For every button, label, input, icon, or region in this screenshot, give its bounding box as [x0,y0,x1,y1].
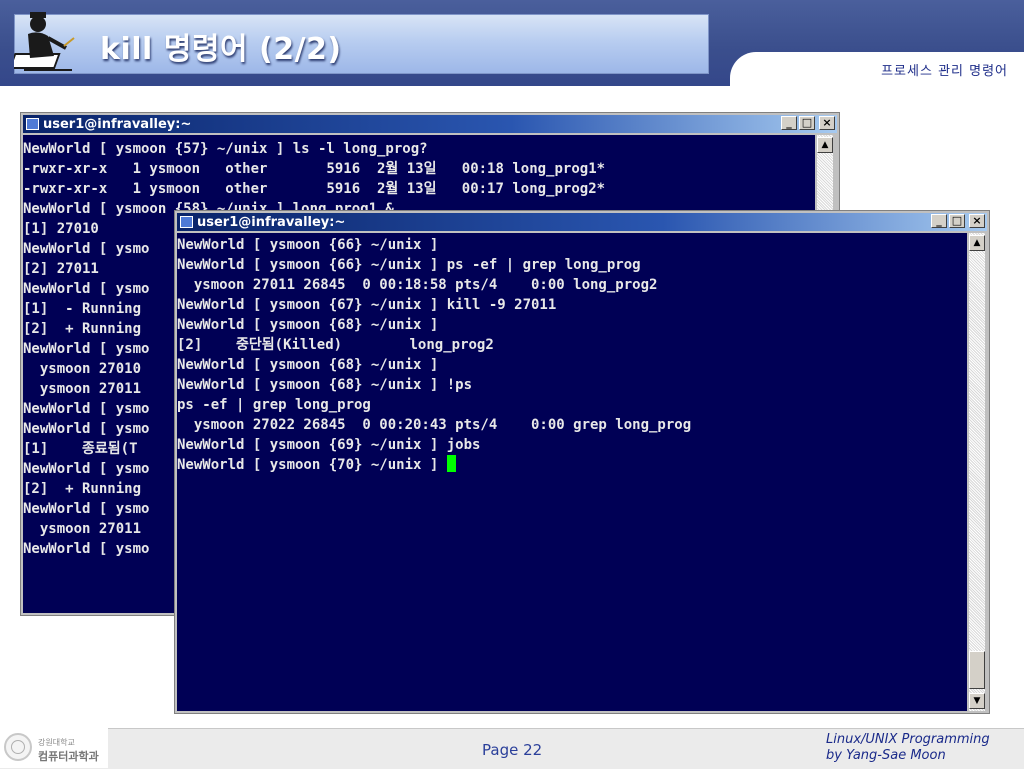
terminal-line: NewWorld [ ysmo [23,281,150,297]
terminal-line: NewWorld [ ysmoon {69} ~/unix ] jobs [177,437,481,453]
seal-inner-ring [11,740,25,754]
terminal-line: NewWorld [ ysmo [23,501,150,517]
writer-at-desk-icon [14,8,86,76]
title-bar[interactable]: user1@infravalley:~ [23,115,837,133]
terminal-line: NewWorld [ ysmo [23,461,150,477]
scroll-up-icon[interactable]: ▲ [969,235,985,251]
terminal-line: -rwxr-xr-x 1 ysmoon other 5916 2월 13일 00… [23,161,606,177]
terminal-window-icon [180,216,193,228]
page-title: kill 명령어 (2/2) [100,32,342,67]
terminal-line: ysmoon 27010 [23,361,142,377]
terminal-line: NewWorld [ ysmoon {57} ~/unix ] ls -l lo… [23,141,428,157]
terminal-line: NewWorld [ ysmo [23,401,150,417]
terminal-line: NewWorld [ ysmoon {68} ~/unix ] !ps [177,377,473,393]
terminal-line: [1] 27010 [23,221,99,237]
terminal-line: ysmoon 27022 26845 0 00:20:43 pts/4 0:00… [177,417,692,433]
org-name: 강원대학교 [38,738,75,747]
terminal-line: [2] + Running [23,481,142,497]
terminal-line: [2] 중단됨(Killed) long_prog2 [177,337,494,353]
scroll-up-icon[interactable]: ▲ [817,137,833,153]
terminal-line: NewWorld [ ysmo [23,241,150,257]
terminal-line: -rwxr-xr-x 1 ysmoon other 5916 2월 13일 00… [23,181,606,197]
terminal-line: ysmoon 27011 26845 0 00:18:58 pts/4 0:00… [177,277,658,293]
maximize-icon[interactable]: □ [799,116,815,130]
terminal-window-front[interactable]: user1@infravalley:~ _ □ × NewWorld [ ysm… [174,210,990,714]
terminal-line: [2] + Running [23,321,142,337]
terminal-line: NewWorld [ ysmo [23,341,150,357]
terminal-window-icon [26,118,39,130]
author-name: by Yang-Sae Moon [826,748,946,763]
minimize-icon[interactable]: _ [931,214,947,228]
window-title: user1@infravalley:~ [197,214,346,230]
vertical-scrollbar[interactable]: ▲ ▼ [969,233,985,711]
terminal-line: ysmoon 27011 [23,521,142,537]
text-cursor [446,455,456,472]
course-name: Linux/UNIX Programming [826,732,990,747]
scroll-down-icon[interactable]: ▼ [969,693,985,709]
terminal-line: NewWorld [ ysmo [23,421,150,437]
terminal-prompt: NewWorld [ ysmoon {70} ~/unix ] [177,457,447,473]
dept-name: 컴퓨터과학과 [38,750,99,763]
page-number: Page 22 [482,741,543,759]
terminal-output[interactable]: NewWorld [ ysmoon {66} ~/unix ] NewWorld… [177,233,967,711]
close-icon[interactable]: × [969,214,985,228]
terminal-prompt-line[interactable]: NewWorld [ ysmoon {70} ~/unix ] [177,455,456,475]
terminal-line: NewWorld [ ysmoon {68} ~/unix ] [177,317,439,333]
terminal-line: ps -ef | grep long_prog [177,397,371,413]
terminal-line: [1] - Running [23,301,142,317]
title-bar[interactable]: user1@infravalley:~ [177,213,987,231]
terminal-line: [1] 종료됨(T [23,441,138,457]
terminal-line: [2] 27011 [23,261,99,277]
terminal-line: NewWorld [ ysmoon {68} ~/unix ] [177,357,439,373]
terminal-line: NewWorld [ ysmo [23,541,150,557]
minimize-icon[interactable]: _ [781,116,797,130]
section-title: 프로세스 관리 명령어 [881,64,1008,79]
credit: Linux/UNIX Programming by Yang-Sae Moon [826,732,990,764]
terminal-line: NewWorld [ ysmoon {66} ~/unix ] [177,237,439,253]
scroll-thumb[interactable] [969,651,985,689]
window-title: user1@infravalley:~ [43,116,192,132]
terminal-line: NewWorld [ ysmoon {66} ~/unix ] ps -ef |… [177,257,641,273]
terminal-line: NewWorld [ ysmoon {67} ~/unix ] kill -9 … [177,297,557,313]
maximize-icon[interactable]: □ [949,214,965,228]
terminal-line: ysmoon 27011 [23,381,142,397]
close-icon[interactable]: × [819,116,835,130]
